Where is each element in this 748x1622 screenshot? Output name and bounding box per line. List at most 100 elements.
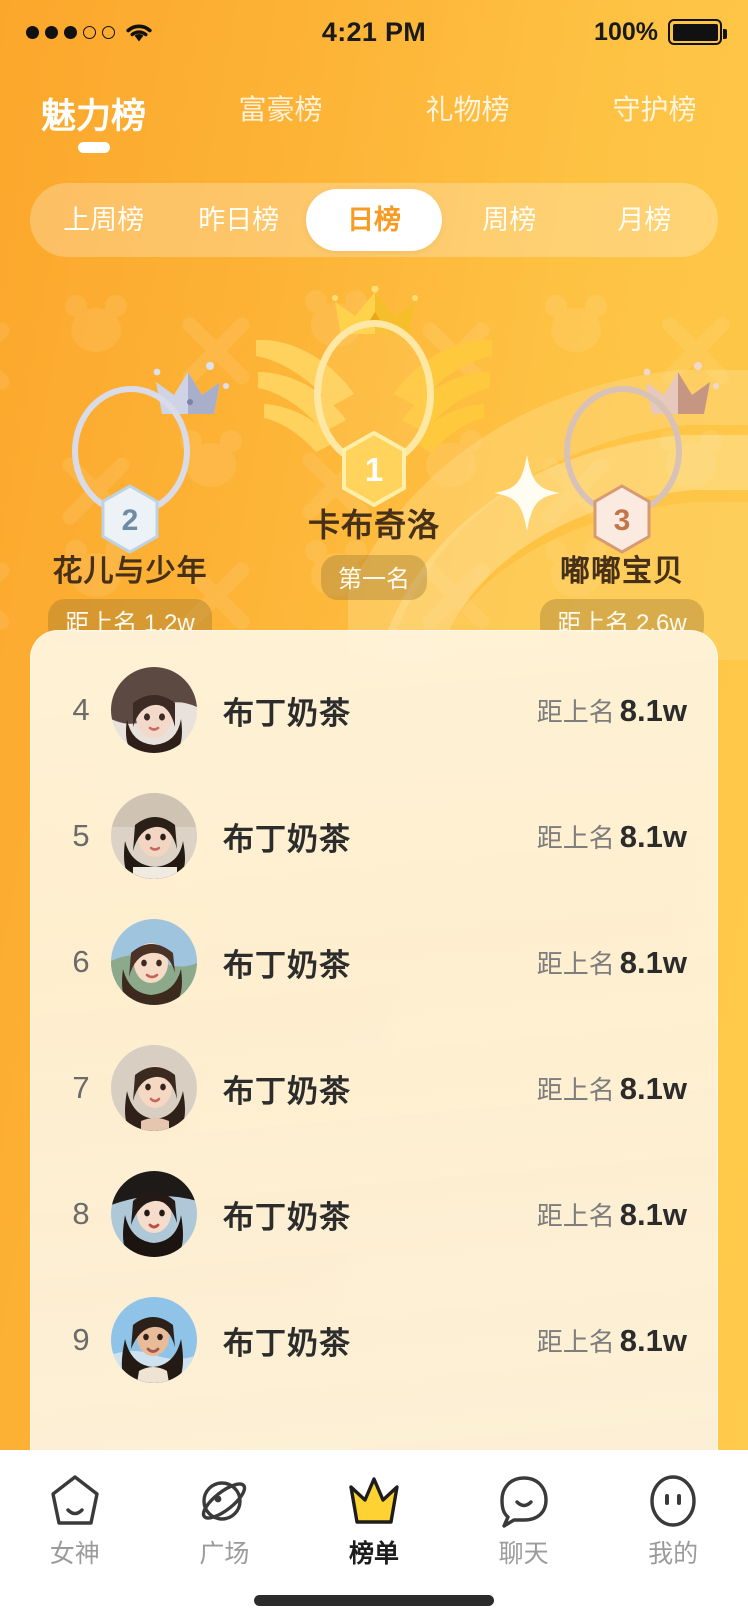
- table-row[interactable]: 8 布丁奶茶 距上名 8.1w: [31, 1151, 717, 1277]
- top-tabs[interactable]: 魅力榜 富豪榜 礼物榜 守护榜: [0, 84, 748, 160]
- row-gap-value: 8.1w: [619, 818, 687, 854]
- row-gap-value: 8.1w: [619, 1070, 687, 1106]
- row-gap-label: 距上名: [536, 1074, 615, 1105]
- status-bar-time: 4:21 PM: [321, 16, 427, 47]
- row-gap-value: 8.1w: [619, 944, 687, 980]
- planet-icon: [150, 1472, 300, 1530]
- svg-text:3: 3: [614, 504, 631, 537]
- avatar-image: [111, 1297, 197, 1383]
- home-indicator[interactable]: [254, 1595, 494, 1606]
- row-rank: 6: [72, 944, 90, 979]
- table-row[interactable]: 7 布丁奶茶 距上名 8.1w: [31, 1025, 717, 1151]
- row-gap-value: 8.1w: [619, 692, 687, 728]
- row-name: 布丁奶茶: [223, 947, 351, 983]
- bottom-tab-label: 聊天: [498, 1540, 549, 1568]
- bottom-tab-label: 榜单: [348, 1540, 399, 1568]
- row-name: 布丁奶茶: [223, 695, 351, 731]
- goddess-icon: [0, 1472, 150, 1530]
- podium-entry-2[interactable]: 2 花儿与少年 距上名 1.2w: [24, 362, 236, 644]
- rank-list-card: 4 布丁奶茶 距上名 8.1w 5 布丁奶茶 距上名 8.1w 6 布丁奶茶 距…: [30, 630, 718, 1450]
- row-gap: 距上名 8.1w: [537, 1322, 687, 1359]
- row-gap-label: 距上名: [536, 696, 615, 727]
- top-tab-wealth[interactable]: 富豪榜: [187, 84, 374, 128]
- avatar[interactable]: [111, 1045, 197, 1131]
- row-gap-label: 距上名: [536, 1200, 615, 1231]
- avatar-image: [111, 793, 197, 879]
- bottom-tab-label: 广场: [199, 1540, 250, 1568]
- top-tab-gift[interactable]: 礼物榜: [374, 84, 561, 128]
- active-tab-underline: [77, 142, 110, 153]
- table-row[interactable]: 5 布丁奶茶 距上名 8.1w: [31, 773, 717, 899]
- podium-entry-1[interactable]: 1 卡布奇洛 第一名: [256, 286, 492, 600]
- avatar[interactable]: [111, 793, 197, 879]
- podium-entry-3[interactable]: 3 嘟嘟宝贝 距上名 2.6w: [516, 362, 728, 644]
- bottom-tab-label: 女神: [49, 1540, 100, 1568]
- top-tab-label: 守护榜: [612, 94, 697, 125]
- bottom-tab-bar[interactable]: 女神 广场 榜单 聊天 我的: [0, 1450, 748, 1622]
- period-tab-weekly[interactable]: 周榜: [442, 189, 577, 251]
- top-tab-guard[interactable]: 守护榜: [561, 84, 748, 128]
- svg-text:2: 2: [122, 504, 139, 537]
- top-tab-label: 富豪榜: [238, 94, 323, 125]
- row-name: 布丁奶茶: [223, 1199, 351, 1235]
- podium-avatar-2[interactable]: 2: [24, 362, 236, 554]
- row-gap-label: 距上名: [536, 822, 615, 853]
- row-rank: 9: [72, 1322, 90, 1357]
- rank-badge-1: 1: [342, 431, 406, 507]
- bottom-tab-plaza[interactable]: 广场: [150, 1472, 300, 1570]
- row-rank: 8: [72, 1196, 90, 1231]
- row-gap: 距上名 8.1w: [537, 1196, 687, 1233]
- profile-icon: [598, 1472, 748, 1530]
- top-tab-label: 魅力榜: [40, 97, 146, 136]
- rank-badge-3: 3: [593, 484, 651, 554]
- avatar-image: [111, 1171, 197, 1257]
- podium-avatar-3[interactable]: 3: [516, 362, 728, 554]
- period-tab-daily[interactable]: 日榜: [306, 189, 442, 251]
- row-rank: 4: [72, 692, 90, 727]
- row-rank: 7: [72, 1070, 90, 1105]
- avatar-image: [111, 919, 197, 1005]
- app-root: 4:21 PM 100% 魅力榜 富豪榜 礼物榜 守护榜 上周榜 昨日榜 日榜 …: [0, 0, 748, 1622]
- table-row[interactable]: 9 布丁奶茶 距上名 8.1w: [31, 1277, 717, 1403]
- bottom-tab-chat[interactable]: 聊天: [449, 1472, 599, 1570]
- battery-full-icon: [668, 19, 727, 45]
- table-row[interactable]: 6 布丁奶茶 距上名 8.1w: [31, 899, 717, 1025]
- avatar[interactable]: [111, 1297, 197, 1383]
- row-name: 布丁奶茶: [223, 821, 351, 857]
- row-gap-value: 8.1w: [619, 1322, 687, 1358]
- podium-avatar-1[interactable]: 1: [256, 286, 492, 507]
- rank-badge-2: 2: [101, 484, 159, 554]
- row-gap: 距上名 8.1w: [537, 944, 687, 981]
- row-gap-value: 8.1w: [619, 1196, 687, 1232]
- bottom-tab-profile[interactable]: 我的: [598, 1472, 748, 1570]
- period-tab-last-week[interactable]: 上周榜: [36, 189, 171, 251]
- row-rank: 5: [72, 818, 90, 853]
- table-row[interactable]: 4 布丁奶茶 距上名 8.1w: [31, 647, 717, 773]
- bottom-tab-label: 我的: [648, 1540, 699, 1568]
- svg-text:1: 1: [365, 451, 383, 488]
- avatar[interactable]: [111, 667, 197, 753]
- period-tab-monthly[interactable]: 月榜: [577, 189, 712, 251]
- avatar[interactable]: [111, 919, 197, 1005]
- podium: 2 花儿与少年 距上名 1.2w 1 卡布奇洛 第一名 3 嘟嘟宝贝 距上名 2…: [0, 280, 748, 644]
- row-gap-label: 距上名: [536, 1326, 615, 1357]
- podium-rank-badge-label-1: 第一名: [321, 555, 427, 600]
- period-tab-yesterday[interactable]: 昨日榜: [171, 189, 306, 251]
- row-gap: 距上名 8.1w: [537, 1070, 687, 1107]
- row-name: 布丁奶茶: [223, 1325, 351, 1361]
- row-gap: 距上名 8.1w: [537, 818, 687, 855]
- period-segmented-control[interactable]: 上周榜 昨日榜 日榜 周榜 月榜: [30, 183, 718, 257]
- row-gap-label: 距上名: [536, 948, 615, 979]
- avatar-image: [111, 1045, 197, 1131]
- row-gap: 距上名 8.1w: [537, 692, 687, 729]
- bottom-tab-ranking[interactable]: 榜单: [299, 1472, 449, 1570]
- row-name: 布丁奶茶: [223, 1073, 351, 1109]
- crown-icon: [299, 1472, 449, 1530]
- avatar-image: [111, 667, 197, 753]
- status-bar: 4:21 PM 100%: [0, 0, 748, 64]
- top-tab-charm[interactable]: 魅力榜: [0, 84, 187, 153]
- top-tab-label: 礼物榜: [425, 94, 510, 125]
- bottom-tab-goddess[interactable]: 女神: [0, 1472, 150, 1570]
- avatar[interactable]: [111, 1171, 197, 1257]
- chat-icon: [449, 1472, 599, 1530]
